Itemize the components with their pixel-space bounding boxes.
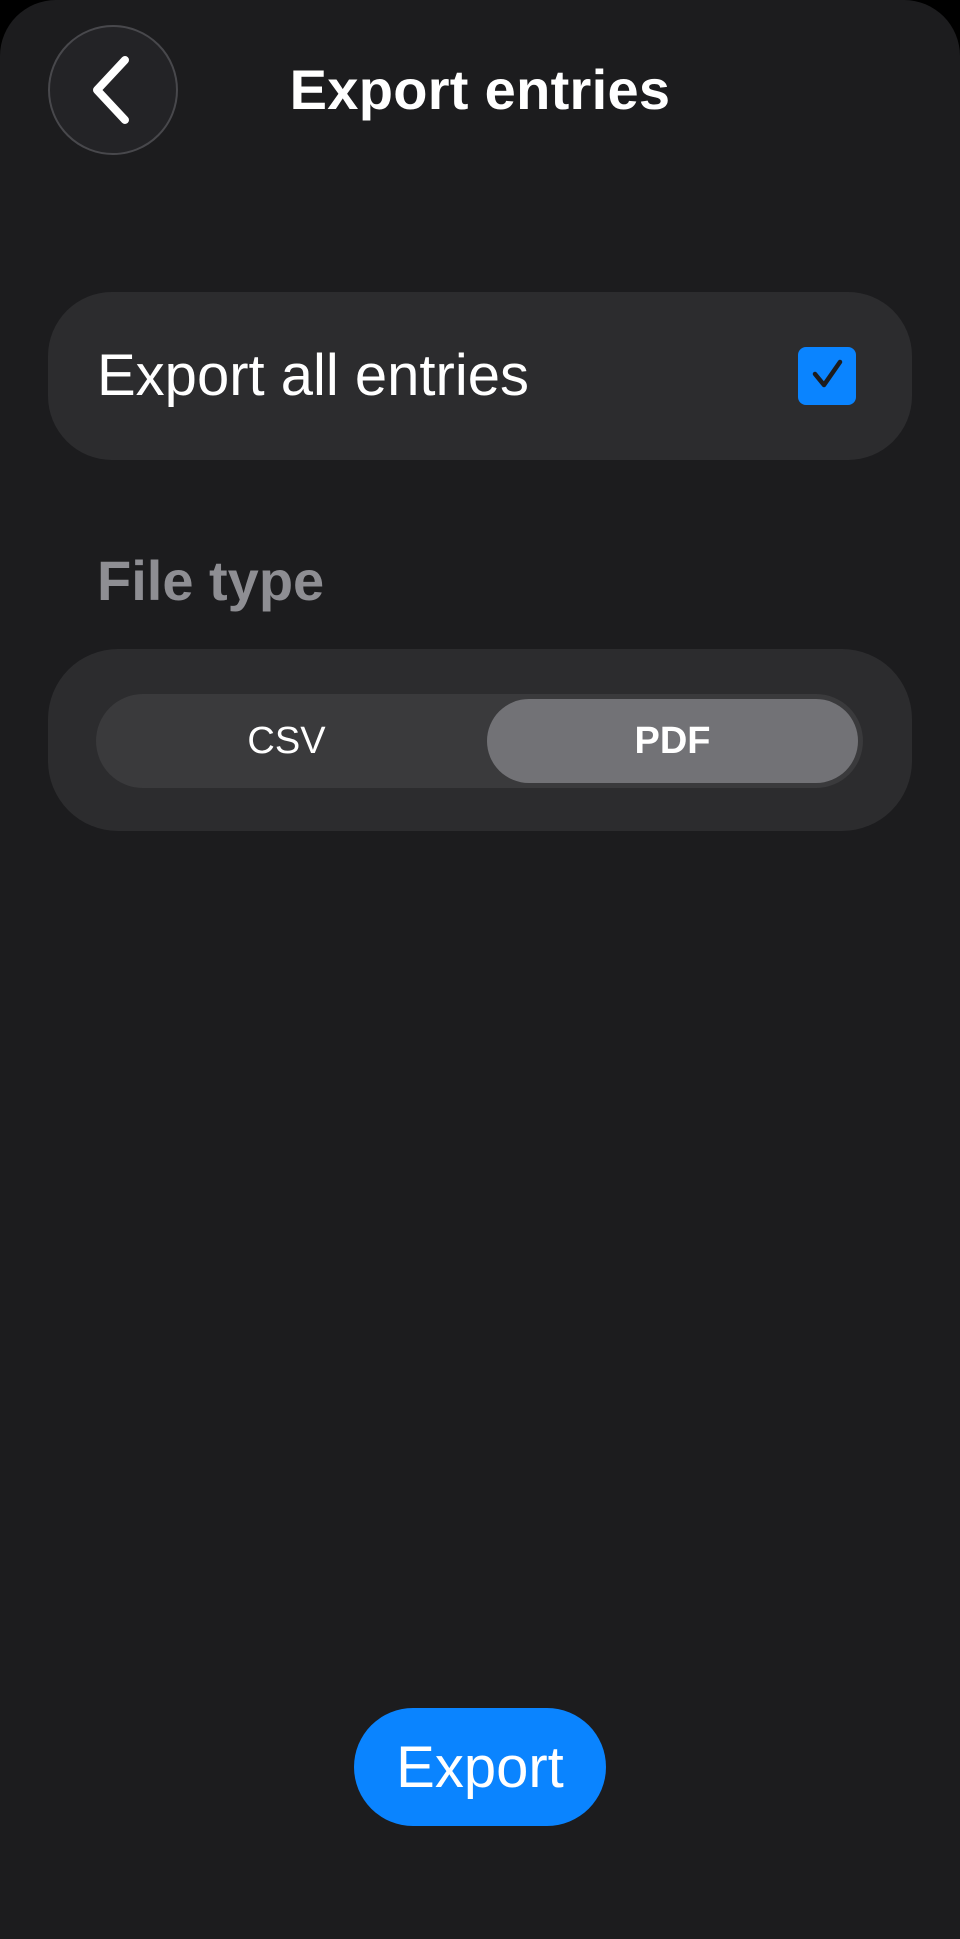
file-type-heading: File type xyxy=(97,549,325,612)
page-title: Export entries xyxy=(289,58,671,121)
export-entries-screen: Export entries Export all entries File t… xyxy=(0,0,960,1939)
export-all-label: Export all entries xyxy=(97,343,529,408)
file-type-segmented-control: CSV PDF xyxy=(96,694,863,788)
segment-pdf[interactable]: PDF xyxy=(487,699,858,783)
export-button[interactable]: Export xyxy=(354,1708,606,1826)
segment-csv[interactable]: CSV xyxy=(101,699,472,783)
export-all-row[interactable]: Export all entries xyxy=(48,292,912,460)
export-all-checkbox[interactable] xyxy=(798,347,856,405)
file-type-card: CSV PDF xyxy=(48,649,912,831)
checkmark-icon xyxy=(810,357,844,396)
